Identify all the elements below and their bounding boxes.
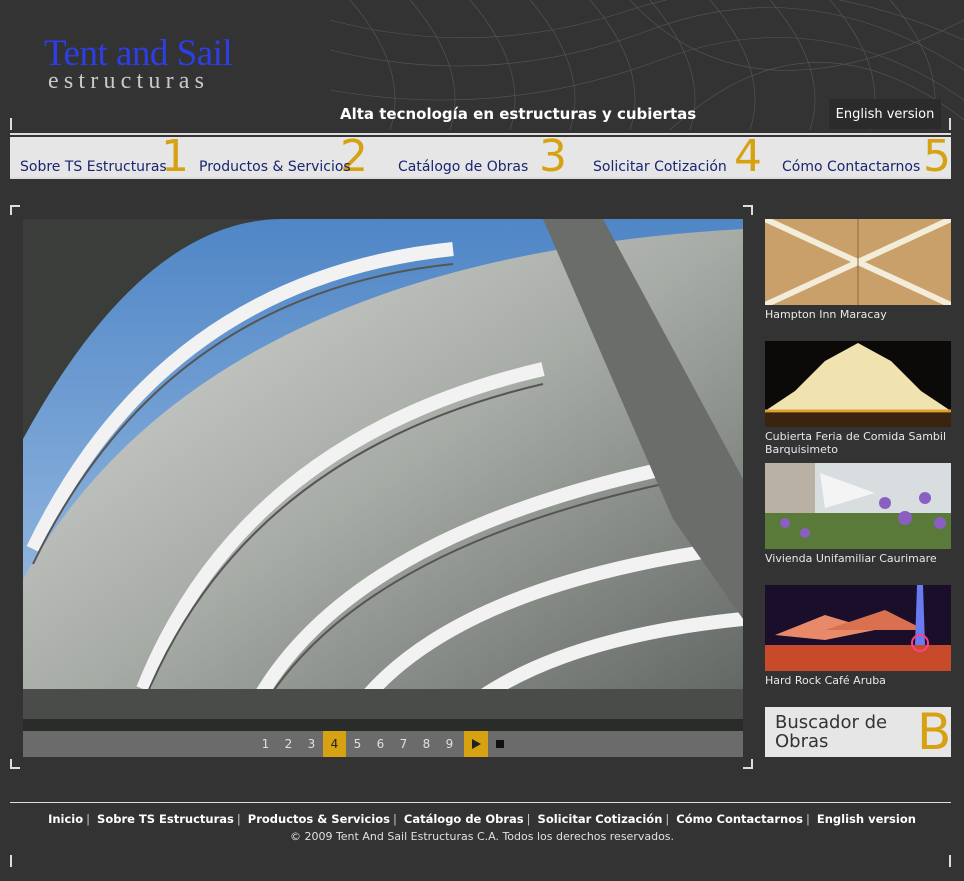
footer-divider bbox=[10, 802, 951, 803]
thumbnail-caption: Hard Rock Café Aruba bbox=[765, 674, 886, 687]
thumbnail-item[interactable]: Hampton Inn Maracay bbox=[765, 219, 951, 321]
nav-item-label: Productos & Servicios bbox=[199, 159, 351, 175]
site-logo[interactable]: Tent and Sail estructuras bbox=[44, 33, 233, 94]
page-button[interactable]: 9 bbox=[438, 731, 461, 757]
separator: | bbox=[393, 812, 397, 826]
nav-item-label: Solicitar Cotización bbox=[593, 159, 727, 175]
stop-icon bbox=[496, 740, 504, 748]
corner-mark bbox=[949, 855, 951, 867]
thumbnail-image bbox=[765, 585, 951, 671]
logo-subtitle: estructuras bbox=[48, 68, 210, 94]
nav-item-cotizacion[interactable]: Solicitar Cotización 4 bbox=[567, 131, 762, 182]
footer-link-english[interactable]: English version bbox=[817, 812, 916, 826]
slideshow-image[interactable] bbox=[23, 219, 743, 731]
thumbnail-caption: Vivienda Unifamiliar Caurimare bbox=[765, 552, 937, 565]
english-version-button[interactable]: English version bbox=[829, 99, 941, 129]
footer-link-catalogo[interactable]: Catálogo de Obras bbox=[404, 812, 524, 826]
page-button[interactable]: 5 bbox=[346, 731, 369, 757]
nav-item-label: Cómo Contactarnos bbox=[782, 159, 921, 175]
page-button[interactable]: 6 bbox=[369, 731, 392, 757]
buscador-label: Buscador de Obras bbox=[775, 712, 888, 752]
corner-mark bbox=[10, 118, 12, 130]
buscador-letter: B bbox=[917, 703, 952, 761]
page-button[interactable]: 2 bbox=[277, 731, 300, 757]
footer-link-inicio[interactable]: Inicio bbox=[48, 812, 83, 826]
thumbnail-image bbox=[765, 219, 951, 305]
page-button[interactable]: 8 bbox=[415, 731, 438, 757]
footer-link-productos[interactable]: Productos & Servicios bbox=[248, 812, 390, 826]
page-button-active[interactable]: 4 bbox=[323, 731, 346, 757]
footer-links: Inicio | Sobre TS Estructuras | Productos … bbox=[0, 812, 964, 826]
corner-mark bbox=[10, 759, 20, 769]
nav-item-catalogo[interactable]: Catálogo de Obras 3 bbox=[368, 131, 567, 182]
separator: | bbox=[526, 812, 531, 826]
separator: | bbox=[86, 812, 91, 826]
separator: | bbox=[665, 812, 670, 826]
thumbnail-item[interactable]: Vivienda Unifamiliar Caurimare bbox=[765, 463, 951, 565]
nav-item-productos[interactable]: Productos & Servicios 2 bbox=[189, 135, 368, 179]
footer-link-cotizacion[interactable]: Solicitar Cotización bbox=[538, 812, 663, 826]
corner-mark bbox=[10, 855, 12, 867]
main-nav: Sobre TS Estructuras 1 Productos & Servi… bbox=[10, 131, 951, 182]
thumbnail-caption: Cubierta Feria de Comida Sambil Barquisi… bbox=[765, 430, 947, 456]
page-button[interactable]: 7 bbox=[392, 731, 415, 757]
corner-mark bbox=[10, 205, 20, 215]
nav-item-number: 5 bbox=[923, 131, 951, 182]
nav-item-label: Catálogo de Obras bbox=[398, 159, 529, 175]
play-button[interactable] bbox=[464, 731, 488, 757]
thumbnail-image bbox=[765, 341, 951, 427]
nav-item-label: Sobre TS Estructuras bbox=[20, 159, 167, 175]
page-button[interactable]: 3 bbox=[300, 731, 323, 757]
logo-title: Tent and Sail bbox=[44, 33, 233, 74]
separator: | bbox=[236, 812, 241, 826]
hero-photo-membrane-roof bbox=[23, 219, 743, 731]
slideshow-pager: 1 2 3 4 5 6 7 8 9 bbox=[23, 731, 743, 757]
corner-mark bbox=[949, 118, 951, 130]
nav-item-sobre[interactable]: Sobre TS Estructuras 1 bbox=[10, 135, 189, 179]
corner-mark bbox=[743, 205, 753, 215]
tagline: Alta tecnología en estructuras y cubiert… bbox=[340, 105, 697, 123]
nav-divider-top bbox=[10, 133, 951, 135]
thumbnail-caption: Hampton Inn Maracay bbox=[765, 308, 887, 321]
buscador-de-obras-button[interactable]: Buscador de Obras B bbox=[765, 707, 951, 757]
page-button[interactable]: 1 bbox=[254, 731, 277, 757]
footer-link-sobre[interactable]: Sobre TS Estructuras bbox=[97, 812, 234, 826]
thumbnail-item[interactable]: Hard Rock Café Aruba bbox=[765, 585, 951, 687]
play-icon bbox=[471, 739, 481, 749]
footer-link-contacto[interactable]: Cómo Contactarnos bbox=[676, 812, 803, 826]
thumbnail-image bbox=[765, 463, 951, 549]
thumbnail-item[interactable]: Cubierta Feria de Comida Sambil Barquisi… bbox=[765, 341, 951, 456]
copyright-text: © 2009 Tent And Sail Estructuras C.A. To… bbox=[289, 830, 675, 843]
stop-button[interactable] bbox=[488, 731, 512, 757]
nav-item-contacto[interactable]: Cómo Contactarnos 5 bbox=[762, 131, 951, 182]
separator: | bbox=[805, 812, 810, 826]
nav-item-number: 4 bbox=[734, 131, 762, 182]
corner-mark bbox=[743, 759, 753, 769]
nav-divider-bottom bbox=[10, 177, 951, 179]
nav-item-number: 3 bbox=[539, 131, 567, 182]
